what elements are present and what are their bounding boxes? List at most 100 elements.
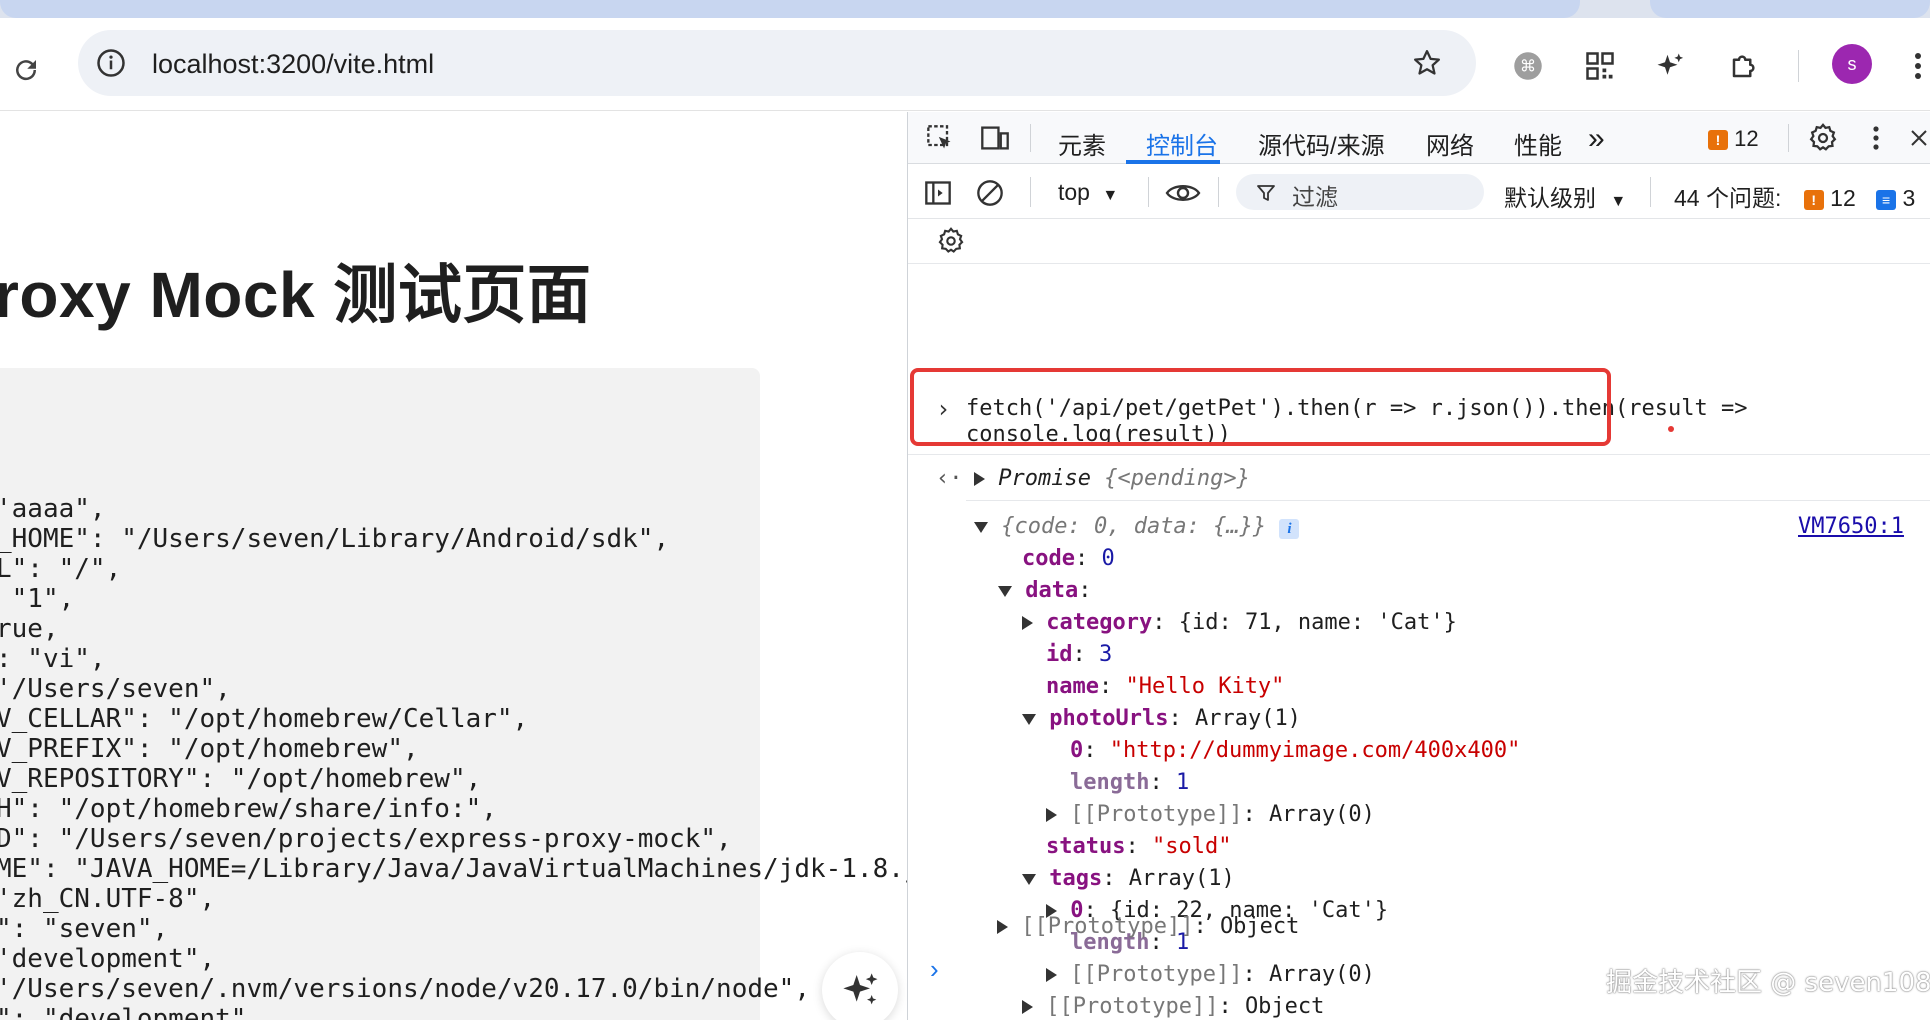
expand-arrow-icon[interactable]: [974, 472, 985, 486]
message-icon: ≡: [1876, 189, 1897, 210]
svg-text:⌘: ⌘: [1520, 57, 1536, 76]
log-object-summary[interactable]: {code: 0, data: {…}} i: [974, 514, 1300, 540]
tree-row[interactable]: category: {id: 71, name: 'Cat'}: [1022, 610, 1457, 636]
devtools-tabbar: 元素 控制台 源代码/来源 网络 性能 » ! 12: [908, 112, 1930, 164]
tab-console[interactable]: 控制台: [1146, 126, 1218, 161]
warning-icon: !: [1708, 130, 1728, 151]
console-settings-row: [908, 220, 1930, 264]
dropdown-arrow-icon: ▼: [1610, 193, 1627, 210]
site-info-icon[interactable]: [94, 46, 128, 80]
filter-input[interactable]: 过滤: [1236, 174, 1484, 210]
warning-icon: !: [1803, 189, 1824, 210]
url-text[interactable]: localhost:3200/vite.html: [152, 49, 434, 80]
sparkle-icon[interactable]: [1652, 48, 1688, 84]
console-prompt-chevron-icon[interactable]: ›: [930, 954, 939, 985]
source-link[interactable]: VM7650:1: [1798, 514, 1904, 540]
collapse-arrow-icon[interactable]: [998, 585, 1012, 597]
issues-counter[interactable]: ! 12: [1708, 126, 1759, 152]
tree-row: name: "Hello Kity": [1046, 674, 1285, 699]
ai-assistant-button[interactable]: [822, 952, 898, 1020]
qr-code-icon[interactable]: [1582, 48, 1618, 84]
promise-result[interactable]: Promise {<pending>}: [974, 466, 1250, 492]
json-output-line: H": "/opt/homebrew/share/info:",: [0, 794, 497, 824]
clear-console-icon[interactable]: [974, 177, 1006, 209]
tree-row[interactable]: [[Prototype]]: Array(0): [1046, 802, 1375, 828]
json-output-text: 'aaaa", _HOME": "/Users/seven/Library/And…: [0, 494, 907, 1020]
expand-arrow-icon[interactable]: [1046, 808, 1057, 822]
browser-toolbar: localhost:3200/vite.html ⌘ s: [0, 18, 1930, 111]
return-arrow-icon: ‹·: [936, 466, 963, 491]
json-output-line: V_REPOSITORY": "/opt/homebrew",: [0, 764, 482, 794]
json-output-line: L": "/",: [0, 554, 122, 584]
tab-strip: [0, 0, 1930, 18]
console-settings-gear-icon[interactable]: [934, 224, 968, 258]
devtools-more-icon[interactable]: [1866, 122, 1886, 154]
log-level-selector[interactable]: 默认级别 ▼: [1504, 179, 1626, 213]
tree-row[interactable]: [[Prototype]]: Array(0): [1046, 962, 1375, 988]
watermark: 掘金技术社区 @ seven108: [1606, 968, 1930, 998]
reload-icon[interactable]: [4, 48, 48, 92]
expand-arrow-icon[interactable]: [1022, 1000, 1033, 1014]
page-viewport: roxy Mock 测试页面 'aaaa", _HOME": "/Users/se…: [0, 112, 907, 1020]
tree-row: length: 1: [1070, 770, 1190, 795]
tree-row: code: 0: [1022, 546, 1115, 571]
highlight-box: [910, 368, 1611, 446]
dropdown-arrow-icon: ▼: [1102, 187, 1119, 204]
filter-funnel-icon: [1257, 185, 1275, 201]
context-selector[interactable]: top ▼: [1058, 179, 1118, 206]
tree-row: status: "sold": [1046, 834, 1232, 859]
tree-row[interactable]: [[Prototype]]: Object: [1022, 994, 1324, 1020]
more-menu-icon[interactable]: [1908, 48, 1928, 84]
more-tabs-chevron-icon[interactable]: »: [1588, 122, 1605, 156]
json-output-line: D": "/Users/seven/projects/express-proxy…: [0, 824, 732, 854]
tree-row: id: 3: [1046, 642, 1113, 667]
inspect-element-icon[interactable]: [924, 122, 956, 154]
red-dot: [1668, 426, 1674, 432]
collapse-arrow-icon[interactable]: [1022, 713, 1036, 725]
tree-row[interactable]: photoUrls: Array(1): [1022, 706, 1301, 732]
json-output-line: V_PREFIX": "/opt/homebrew",: [0, 734, 419, 764]
profile-avatar[interactable]: s: [1832, 44, 1872, 84]
device-toolbar-icon[interactable]: [978, 122, 1012, 154]
tree-row[interactable]: data:: [998, 578, 1091, 604]
json-output-line: "1",: [0, 584, 75, 614]
address-bar[interactable]: localhost:3200/vite.html: [78, 30, 1476, 96]
expand-arrow-icon[interactable]: [1046, 968, 1057, 982]
settings-gear-icon[interactable]: [1806, 122, 1840, 154]
json-output-line: ": "development": [0, 1004, 247, 1020]
tab-performance[interactable]: 性能: [1514, 126, 1562, 161]
json-output-line: V_CELLAR": "/opt/homebrew/Cellar",: [0, 704, 529, 734]
tab-network[interactable]: 网络: [1426, 126, 1474, 161]
browser-tab[interactable]: [1650, 0, 1930, 18]
tree-row[interactable]: [[Prototype]]: Object: [997, 914, 1299, 940]
json-output-line: ": "seven",: [0, 914, 169, 944]
info-icon[interactable]: i: [1279, 519, 1300, 539]
console-filter-bar: top ▼ 过滤 默认级别 ▼ 44 个问题: ! 12 ≡ 3: [908, 165, 1930, 219]
tree-row[interactable]: tags: Array(1): [1022, 866, 1235, 892]
issues-summary[interactable]: 44 个问题: ! 12 ≡ 3: [1674, 179, 1915, 213]
page-title: roxy Mock 测试页面: [0, 259, 592, 331]
json-output-line: rue,: [0, 614, 59, 644]
json-output-line: '/Users/seven/.nvm/versions/node/v20.17.…: [0, 974, 810, 1004]
json-output-line: _HOME": "/Users/seven/Library/Android/sd…: [0, 524, 670, 554]
active-tab-indicator: [1126, 160, 1220, 164]
extension-cmd-icon[interactable]: ⌘: [1510, 48, 1546, 84]
console-output: › fetch('/api/pet/getPet').then(r => r.j…: [908, 264, 1930, 1020]
live-expression-eye-icon[interactable]: [1162, 177, 1204, 209]
sidebar-toggle-icon[interactable]: [922, 177, 954, 209]
json-output-line: 'zh_CN.UTF-8",: [0, 884, 216, 914]
close-devtools-icon[interactable]: [1908, 122, 1930, 154]
json-output-line: : "vi",: [0, 644, 106, 674]
json-output-line: '/Users/seven",: [0, 674, 231, 704]
collapse-arrow-icon[interactable]: [974, 521, 988, 533]
expand-arrow-icon[interactable]: [997, 920, 1008, 934]
tab-sources[interactable]: 源代码/来源: [1258, 126, 1385, 161]
extensions-puzzle-icon[interactable]: [1726, 48, 1762, 84]
collapse-arrow-icon[interactable]: [1022, 873, 1036, 885]
star-icon[interactable]: [1408, 44, 1446, 82]
browser-tab[interactable]: [0, 0, 1580, 18]
sparkle-icon: [843, 973, 878, 1005]
tab-elements[interactable]: 元素: [1058, 126, 1106, 161]
json-output-line: 'development",: [0, 944, 216, 974]
expand-arrow-icon[interactable]: [1022, 616, 1033, 630]
